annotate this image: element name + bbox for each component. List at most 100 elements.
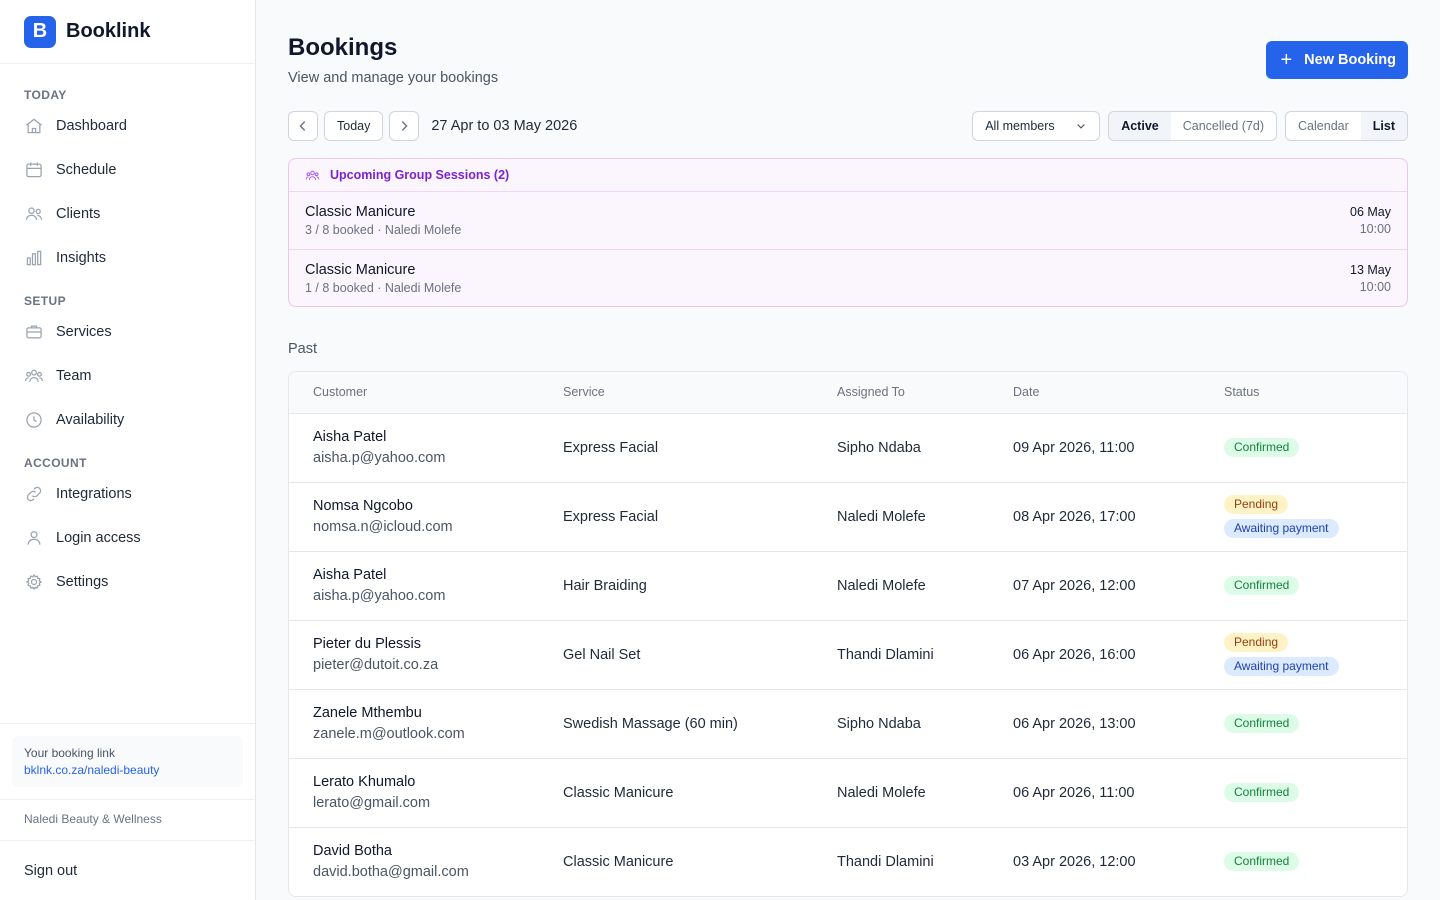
sidebar-item-login-access[interactable]: Login access [0, 516, 255, 560]
view-toggle: Calendar List [1285, 111, 1408, 141]
customer-name: Pieter du Plessis [313, 636, 421, 652]
page-title: Bookings [288, 34, 398, 61]
brand-logo: B [24, 15, 56, 48]
sign-out-button[interactable]: Sign out [0, 840, 255, 900]
cell-customer: David Botha david.botha@gmail.com [289, 827, 539, 896]
table-row[interactable]: Zanele Mthembu zanele.m@outlook.com Swed… [289, 689, 1407, 759]
cell-date: 07 Apr 2026, 12:00 [989, 551, 1200, 621]
page-header: Bookings View and manage your bookings +… [288, 32, 1408, 86]
sidebar-item-services[interactable]: Services [0, 310, 255, 354]
table-row[interactable]: Aisha Patel aisha.p@yahoo.com Hair Braid… [289, 551, 1407, 621]
past-bookings-table-card: Customer Service Assigned To Date Status… [288, 371, 1408, 897]
group-icon [305, 170, 320, 180]
status-badge: Confirmed [1224, 714, 1300, 733]
tab-calendar-view[interactable]: Calendar [1286, 112, 1361, 140]
cell-customer: Pieter du Plessis pieter@dutoit.co.za [289, 620, 539, 690]
users-icon [25, 207, 43, 220]
group-session-row[interactable]: Classic Manicure 1 / 8 booked · Naledi M… [289, 249, 1407, 306]
cell-customer: Nomsa Ngcobo nomsa.n@icloud.com [289, 482, 539, 552]
booking-link-url[interactable]: bklnk.co.za/naledi-beauty [24, 763, 231, 777]
sidebar-item-schedule[interactable]: Schedule [0, 148, 255, 192]
booking-link-label: Your booking link [24, 746, 115, 760]
session-name: Classic Manicure [305, 204, 416, 220]
customer-name: Nomsa Ngcobo [313, 498, 413, 514]
customer-email: david.botha@gmail.com [313, 864, 469, 881]
column-header-date: Date [989, 372, 1200, 414]
table-row[interactable]: Aisha Patel aisha.p@yahoo.com Express Fa… [289, 413, 1407, 483]
cell-assigned: Thandi Dlamini [813, 620, 989, 690]
prev-week-button[interactable] [288, 111, 318, 141]
group-sessions-heading: Upcoming Group Sessions (2) [289, 159, 1407, 192]
cell-service: Classic Manicure [563, 853, 674, 870]
cell-assigned: Sipho Ndaba [813, 689, 989, 759]
nav-section-today: TODAY [24, 88, 67, 102]
new-booking-label: New Booking [1304, 52, 1396, 68]
status-toggle: Active Cancelled (7d) [1108, 111, 1278, 141]
booking-link-card: Your booking link bklnk.co.za/naledi-bea… [12, 736, 243, 787]
brand[interactable]: B Booklink [0, 0, 255, 64]
sidebar-item-clients[interactable]: Clients [0, 192, 255, 236]
page-subtitle: View and manage your bookings [288, 70, 499, 86]
group-sessions-card: Upcoming Group Sessions (2) Classic Mani… [288, 158, 1408, 307]
table-row[interactable]: David Botha david.botha@gmail.com Classi… [289, 827, 1407, 896]
cell-status: Pending Awaiting payment [1200, 620, 1407, 690]
session-date: 13 May [1350, 262, 1391, 277]
cell-service: Swedish Massage (60 min) [539, 689, 813, 759]
new-booking-button[interactable]: + New Booking [1266, 41, 1408, 79]
user-icon [27, 531, 41, 545]
tab-active[interactable]: Active [1109, 112, 1171, 140]
table-row[interactable]: Lerato Khumalo lerato@gmail.com Classic … [289, 758, 1407, 828]
team-icon [25, 369, 43, 382]
nav-section-account: ACCOUNT [24, 456, 87, 470]
customer-email: zanele.m@outlook.com [313, 726, 465, 742]
sidebar-item-availability[interactable]: Availability [0, 398, 255, 442]
member-filter-select[interactable]: All members [972, 111, 1101, 141]
sidebar-item-dashboard[interactable]: Dashboard [0, 104, 255, 148]
cell-service: Hair Braiding [539, 551, 813, 621]
briefcase-icon [26, 325, 42, 339]
cell-service: Express Facial [539, 413, 813, 483]
status-badge-stack: Pending Awaiting payment [1224, 495, 1383, 538]
chevron-down-icon [1077, 124, 1086, 129]
column-header-customer: Customer [289, 372, 539, 414]
group-session-row[interactable]: Classic Manicure 3 / 8 booked · Naledi M… [289, 192, 1407, 249]
customer-email: aisha.p@yahoo.com [313, 450, 446, 466]
sidebar-item-insights[interactable]: Insights [0, 236, 255, 280]
sidebar-item-integrations[interactable]: Integrations [0, 472, 255, 516]
sidebar-item-team[interactable]: Team [0, 354, 255, 398]
sidebar-item-label: Clients [56, 206, 101, 222]
sidebar-item-settings[interactable]: Settings [0, 560, 255, 604]
sidebar-item-label: Schedule [56, 162, 117, 178]
sidebar-item-label: Integrations [56, 486, 132, 502]
cell-status: Pending Awaiting payment [1200, 482, 1407, 552]
cell-customer: Zanele Mthembu zanele.m@outlook.com [289, 689, 539, 759]
sidebar-item-label: Availability [56, 412, 125, 428]
home-icon [26, 118, 42, 134]
sidebar-footer: Your booking link bklnk.co.za/naledi-bea… [0, 723, 255, 900]
today-button[interactable]: Today [324, 111, 384, 141]
table-row[interactable]: Pieter du Plessis pieter@dutoit.co.za Ge… [289, 620, 1407, 690]
cell-service: Express Facial [539, 482, 813, 552]
cell-status: Confirmed [1200, 827, 1407, 896]
bookings-toolbar: Today 27 Apr to 03 May 2026 All members … [288, 110, 1408, 142]
customer-email: nomsa.n@icloud.com [313, 519, 453, 535]
tab-cancelled[interactable]: Cancelled (7d) [1171, 112, 1276, 140]
org-name: Naledi Beauty & Wellness [0, 799, 255, 840]
customer-name: Aisha Patel [313, 429, 387, 445]
tab-list-view[interactable]: List [1360, 112, 1407, 140]
status-badge-stack: Pending Awaiting payment [1224, 633, 1383, 676]
past-bookings-table: Customer Service Assigned To Date Status… [289, 372, 1407, 896]
cell-assigned: Naledi Molefe [813, 758, 989, 828]
cell-assigned: Naledi Molefe [813, 551, 989, 621]
cell-assigned: Naledi Molefe [813, 482, 989, 552]
cell-customer: Aisha Patel aisha.p@yahoo.com [289, 413, 539, 483]
next-week-button[interactable] [389, 111, 420, 141]
sidebar-nav: TODAY Dashboard Schedule Clients Insight… [0, 64, 255, 723]
customer-name: David Botha [313, 843, 392, 860]
cell-assigned: Sipho Ndaba [813, 413, 989, 483]
past-section-label: Past [288, 341, 318, 357]
table-row[interactable]: Nomsa Ngcobo nomsa.n@icloud.com Express … [289, 482, 1407, 552]
sidebar-item-label: Insights [56, 250, 106, 266]
sidebar-item-label: Settings [56, 574, 109, 590]
chevron-right-icon [402, 121, 408, 131]
